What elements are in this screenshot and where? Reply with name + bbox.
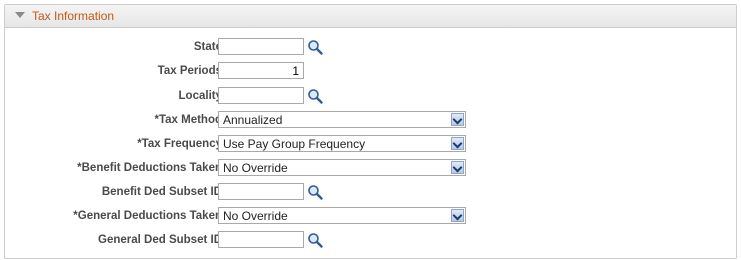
tax-frequency-row: *Tax Frequency Use Pay Group Frequency xyxy=(0,135,741,155)
general-deductions-taken-select[interactable]: No Override xyxy=(218,207,466,224)
benefit-ded-subset-id-input[interactable] xyxy=(218,183,304,200)
section-header[interactable]: Tax Information xyxy=(5,5,736,28)
tax-periods-label: Tax Periods xyxy=(157,65,222,77)
general-ded-subset-lookup-icon[interactable] xyxy=(307,232,323,248)
dropdown-button[interactable] xyxy=(451,161,464,174)
benefit-ded-subset-lookup-icon[interactable] xyxy=(307,184,323,200)
benefit-ded-subset-id-label: Benefit Ded Subset ID xyxy=(101,186,222,198)
general-ded-subset-id-label: General Ded Subset ID xyxy=(98,234,222,246)
locality-label: Locality xyxy=(178,90,222,102)
tax-method-label-text: Tax Method xyxy=(158,114,222,126)
general-deductions-taken-value: No Override xyxy=(223,209,288,223)
locality-lookup-icon[interactable] xyxy=(307,88,323,104)
general-ded-subset-id-input[interactable] xyxy=(218,231,304,248)
collapse-triangle-icon[interactable] xyxy=(15,12,25,18)
tax-frequency-label: *Tax Frequency xyxy=(137,138,222,150)
benefit-deductions-taken-label: *Benefit Deductions Taken xyxy=(77,162,222,174)
tax-method-select[interactable]: Annualized xyxy=(218,111,466,128)
state-lookup-icon[interactable] xyxy=(307,39,323,55)
chevron-down-icon xyxy=(452,162,463,173)
general-deductions-taken-label: *General Deductions Taken xyxy=(73,210,222,222)
general-ded-subset-id-row: General Ded Subset ID xyxy=(0,231,741,251)
benefit-deductions-taken-label-text: Benefit Deductions Taken xyxy=(81,162,222,174)
dropdown-button[interactable] xyxy=(451,137,464,150)
dropdown-button[interactable] xyxy=(451,209,464,222)
tax-periods-row: Tax Periods xyxy=(0,62,741,82)
tax-periods-input[interactable] xyxy=(218,62,304,79)
general-deductions-taken-row: *General Deductions Taken No Override xyxy=(0,207,741,227)
chevron-down-icon xyxy=(452,138,463,149)
tax-method-label: *Tax Method xyxy=(154,114,222,126)
dropdown-button[interactable] xyxy=(451,113,464,126)
state-row: State xyxy=(0,38,741,58)
chevron-down-icon xyxy=(452,114,463,125)
general-deductions-taken-label-text: General Deductions Taken xyxy=(77,210,222,222)
section-title: Tax Information xyxy=(32,9,115,23)
tax-frequency-label-text: Tax Frequency xyxy=(141,138,222,150)
benefit-deductions-taken-value: No Override xyxy=(223,161,288,175)
chevron-down-icon xyxy=(452,210,463,221)
benefit-deductions-taken-row: *Benefit Deductions Taken No Override xyxy=(0,159,741,179)
tax-method-value: Annualized xyxy=(223,113,283,127)
benefit-deductions-taken-select[interactable]: No Override xyxy=(218,159,466,176)
tax-method-row: *Tax Method Annualized xyxy=(0,111,741,131)
tax-frequency-value: Use Pay Group Frequency xyxy=(223,137,366,151)
state-input[interactable] xyxy=(218,38,304,55)
locality-input[interactable] xyxy=(218,87,304,104)
locality-row: Locality xyxy=(0,87,741,107)
benefit-ded-subset-id-row: Benefit Ded Subset ID xyxy=(0,183,741,203)
tax-frequency-select[interactable]: Use Pay Group Frequency xyxy=(218,135,466,152)
